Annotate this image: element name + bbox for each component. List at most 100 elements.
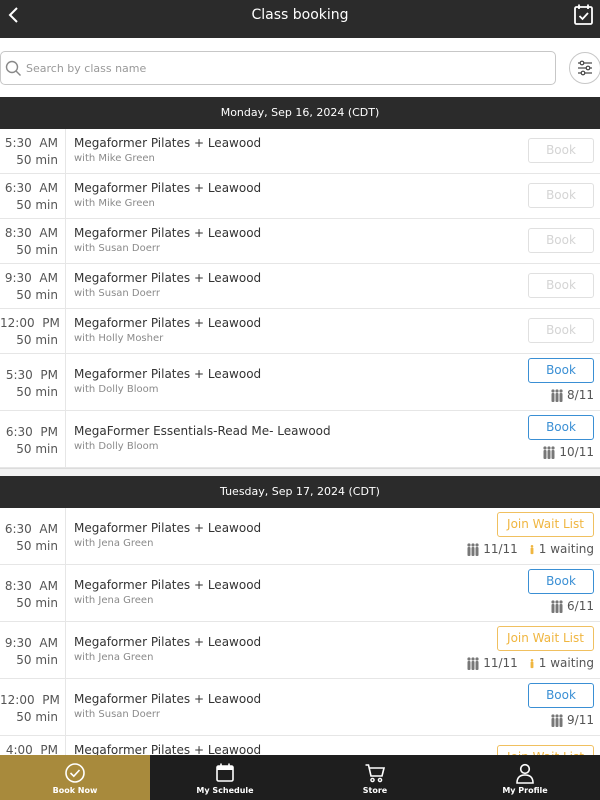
nav-label: Book Now [52, 786, 98, 795]
class-row[interactable]: 6:30 AM 50 min Megaformer Pilates + Leawoo… [0, 174, 600, 219]
class-row[interactable]: 8:30 AM 50 min Megaformer Pilates + Leawoo… [0, 565, 600, 622]
time-column: 8:30 AM 50 min [0, 565, 66, 621]
search-input[interactable] [26, 57, 546, 79]
book-button[interactable]: Book [528, 415, 594, 440]
bottom-nav: Book Now My Schedule Store My Profile [0, 755, 600, 800]
class-row[interactable]: 6:30 AM 50 min Megaformer Pilates + Leawoo… [0, 508, 600, 565]
class-row[interactable]: 9:30 AM 50 min Megaformer Pilates + Leawoo… [0, 264, 600, 309]
instructor-name: with Jena Green [74, 538, 154, 549]
capacity-indicator: 9/11 [550, 713, 594, 727]
time-column: 4:00 PM50 min [0, 736, 66, 755]
join-wait-list-button[interactable]: Join Wait List [497, 626, 594, 651]
class-name[interactable]: Megaformer Pilates + Leawood [74, 635, 261, 649]
nav-book-now[interactable]: Book Now [0, 755, 150, 800]
class-row[interactable]: 5:30 AM 50 min Megaformer Pilates + Leawoo… [0, 129, 600, 174]
time-column: 6:30 PM 50 min [0, 411, 66, 467]
instructor-name: with Susan Doerr [74, 288, 160, 299]
page-title: Class booking [251, 7, 349, 23]
cart-icon [365, 764, 386, 783]
book-button[interactable]: Book [528, 273, 594, 298]
class-row[interactable]: 8:30 AM 50 min Megaformer Pilates + Leawoo… [0, 219, 600, 264]
instructor-name: with Mike Green [74, 198, 155, 209]
join-wait-list-button[interactable]: Join Wait List [497, 745, 594, 755]
class-name[interactable]: Megaformer Pilates + Leawood [74, 367, 261, 381]
book-button[interactable]: Book [528, 183, 594, 208]
book-button[interactable]: Book [528, 569, 594, 594]
class-name[interactable]: Megaformer Pilates + Leawood [74, 271, 261, 285]
top-bar: Class booking [0, 0, 600, 38]
day-header: Monday, Sep 16, 2024 (CDT) [0, 97, 600, 129]
waiting-count: 1 waiting [538, 656, 594, 670]
waiting-indicator: 1 waiting [527, 656, 594, 670]
nav-label: My Profile [502, 786, 548, 795]
time-column: 9:30 AM 50 min [0, 622, 66, 678]
class-time: 12:00 PM [0, 693, 60, 707]
capacity-count: 11/11 [483, 656, 518, 670]
day-separator [0, 468, 600, 476]
class-row[interactable]: 6:30 PM 50 min MegaFormer Essentials-Read … [0, 411, 600, 468]
person-waiting-icon [530, 658, 534, 668]
book-button[interactable]: Book [528, 358, 594, 383]
class-row[interactable]: 12:00 PM 50 min Megaformer Pilates + Leawo… [0, 309, 600, 354]
class-time: 8:30 AM [4, 226, 58, 240]
class-list[interactable]: Monday, Sep 16, 2024 (CDT) 5:30 AM 50 min M… [0, 97, 600, 755]
book-button[interactable]: Book [528, 228, 594, 253]
join-wait-list-button[interactable]: Join Wait List [497, 512, 594, 537]
nav-store[interactable]: Store [300, 755, 450, 800]
time-column: 6:30 AM 50 min [0, 174, 66, 218]
book-button[interactable]: Book [528, 683, 594, 708]
class-row[interactable]: 9:30 AM 50 min Megaformer Pilates + Leawoo… [0, 622, 600, 679]
calendar-check-icon[interactable] [572, 3, 596, 27]
nav-label: Store [362, 786, 388, 795]
class-duration: 50 min [16, 153, 58, 167]
instructor-name: with Susan Doerr [74, 709, 160, 720]
nav-my-profile[interactable]: My Profile [450, 755, 600, 800]
filter-button[interactable] [569, 52, 600, 84]
class-name[interactable]: Megaformer Pilates + Leawood [74, 181, 261, 195]
class-time: 6:30 PM [5, 425, 58, 439]
book-button[interactable]: Book [528, 318, 594, 343]
instructor-name: with Dolly Bloom [74, 441, 159, 452]
capacity-indicator: 10/11 [542, 445, 594, 459]
class-name[interactable]: Megaformer Pilates + Leawood [74, 226, 261, 240]
capacity-indicator: 6/11 [550, 599, 594, 613]
class-name[interactable]: Megaformer Pilates + Leawood [74, 692, 261, 706]
class-duration: 50 min [16, 288, 58, 302]
nav-my-schedule[interactable]: My Schedule [150, 755, 300, 800]
day-header: Tuesday, Sep 17, 2024 (CDT) [0, 476, 600, 508]
class-name[interactable]: Megaformer Pilates + Leawood [74, 743, 261, 755]
time-column: 8:30 AM 50 min [0, 219, 66, 263]
class-row[interactable]: 5:30 PM 50 min Megaformer Pilates + Leawoo… [0, 354, 600, 411]
class-row[interactable]: 12:00 PM 50 min Megaformer Pilates + Leawo… [0, 679, 600, 736]
class-time: 6:30 AM [4, 181, 58, 195]
class-time: 5:30 PM [5, 368, 58, 382]
time-column: 12:00 PM 50 min [0, 309, 66, 353]
instructor-name: with Susan Doerr [74, 243, 160, 254]
waiting-indicator: 1 waiting [527, 542, 594, 556]
class-row[interactable]: 4:00 PM50 min Megaformer Pilates + Leawoo… [0, 736, 600, 755]
people-icon [543, 445, 556, 459]
book-button[interactable]: Book [528, 138, 594, 163]
class-duration: 50 min [16, 653, 58, 667]
people-icon [467, 542, 479, 556]
nav-label: My Schedule [196, 786, 254, 795]
capacity-count: 9/11 [567, 713, 594, 727]
search-icon [5, 60, 21, 76]
class-time: 6:30 AM [4, 522, 58, 536]
capacity-count: 6/11 [567, 599, 594, 613]
class-name[interactable]: Megaformer Pilates + Leawood [74, 521, 261, 535]
class-name[interactable]: Megaformer Pilates + Leawood [74, 136, 261, 150]
capacity-indicator: 8/11 [550, 388, 594, 402]
instructor-name: with Holly Mosher [74, 333, 164, 344]
class-duration: 50 min [16, 596, 58, 610]
class-name[interactable]: Megaformer Pilates + Leawood [74, 316, 261, 330]
class-name[interactable]: Megaformer Pilates + Leawood [74, 578, 261, 592]
capacity-count: 8/11 [567, 388, 594, 402]
time-column: 9:30 AM 50 min [0, 264, 66, 308]
instructor-name: with Jena Green [74, 595, 154, 606]
check-circle-icon [65, 763, 85, 783]
class-duration: 50 min [16, 710, 58, 724]
search-box[interactable] [0, 51, 556, 85]
class-time: 8:30 AM [4, 579, 58, 593]
class-name[interactable]: MegaFormer Essentials-Read Me- Leawood [74, 424, 331, 438]
